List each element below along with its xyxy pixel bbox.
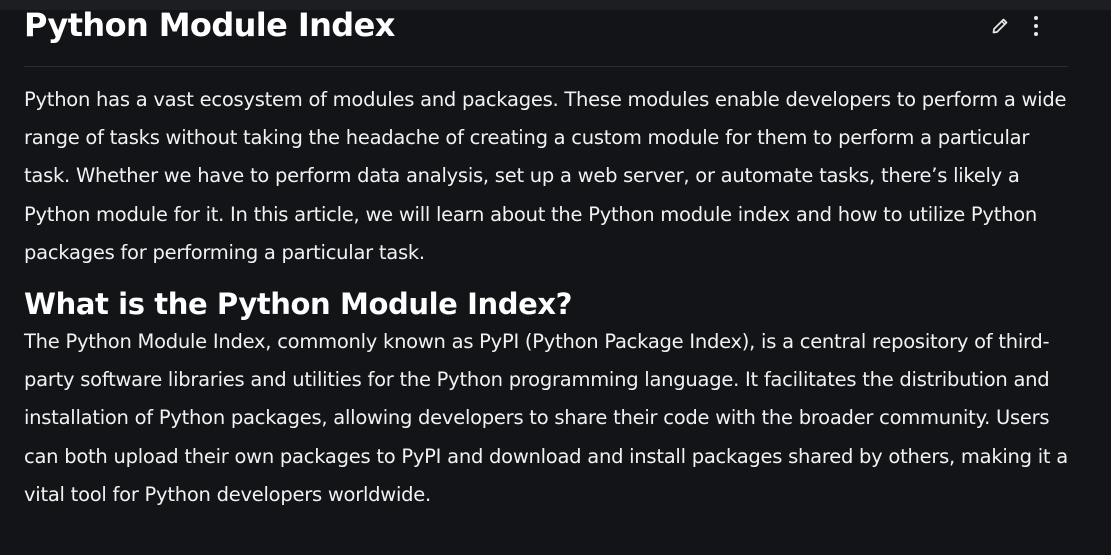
article-header: Python Module Index (24, 0, 1068, 67)
edit-button[interactable] (988, 16, 1012, 40)
article-actions (988, 16, 1048, 40)
section-paragraph: The Python Module Index, commonly known … (24, 330, 1068, 506)
page-title: Python Module Index (24, 6, 395, 44)
more-vertical-icon (1032, 14, 1040, 42)
pencil-icon (990, 16, 1010, 40)
article: Python Module Index Python has a vast ec… (24, 0, 1068, 514)
more-options-button[interactable] (1024, 16, 1048, 40)
intro-paragraph: Python has a vast ecosystem of modules a… (24, 88, 1067, 264)
section-heading: What is the Python Module Index? (24, 287, 573, 322)
